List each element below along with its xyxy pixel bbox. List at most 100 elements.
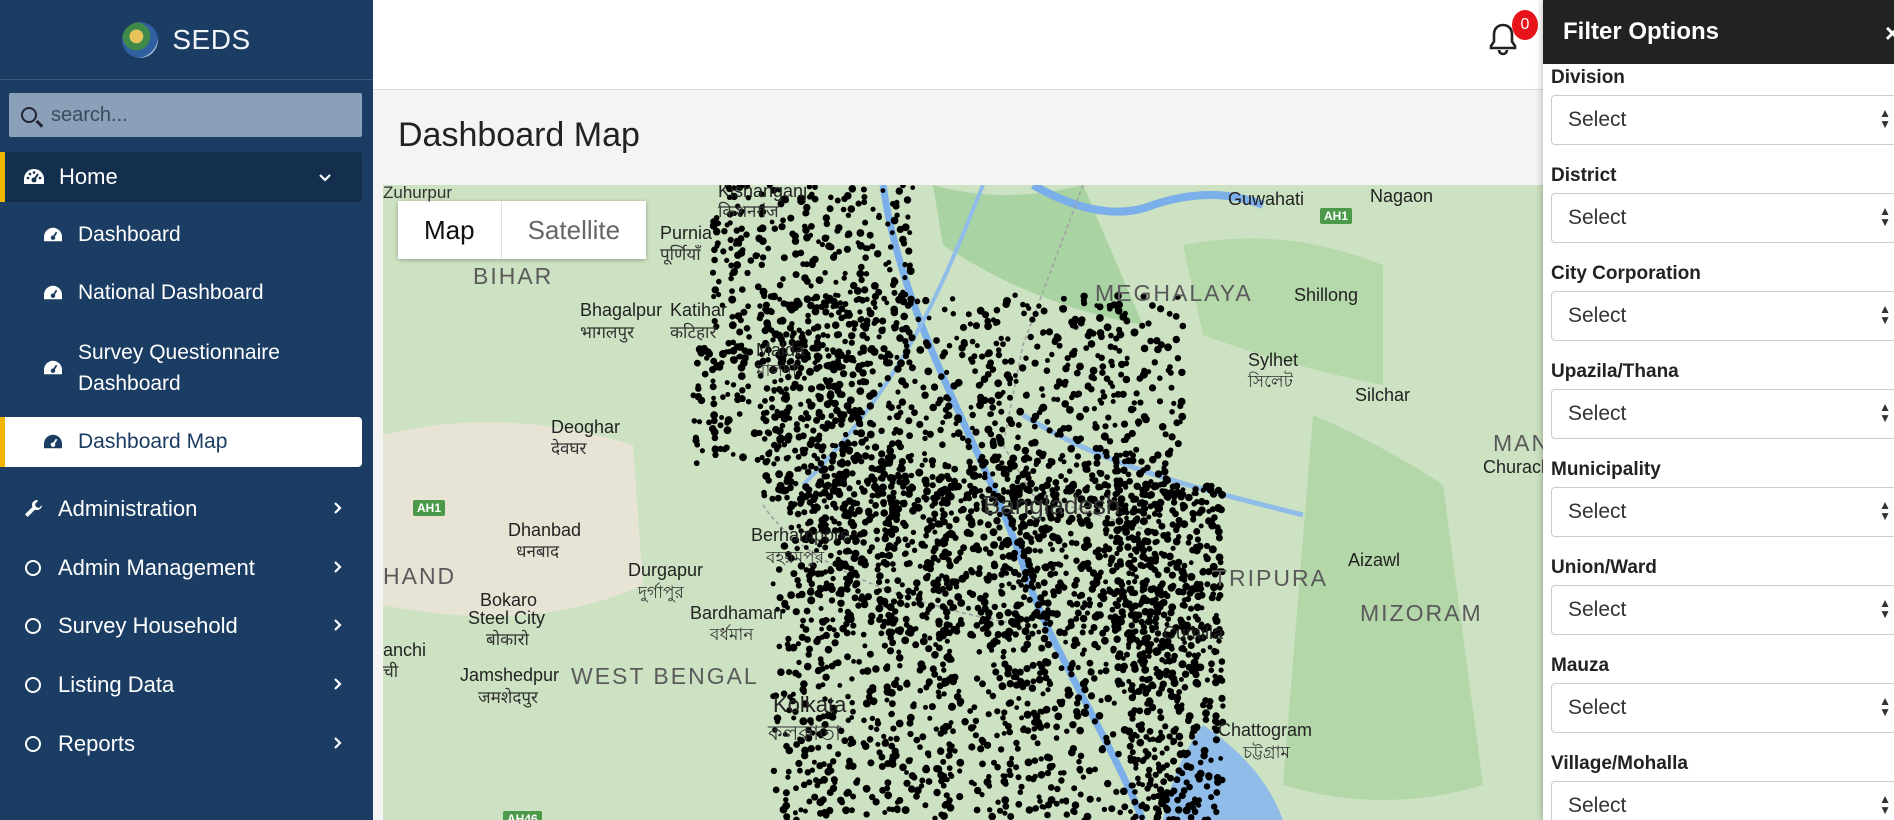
map-label: Purnia (660, 223, 713, 243)
filter-group: Mauza Select ▲ ▼ (1551, 655, 1894, 733)
filter-group: Division Select ▲ ▼ (1551, 67, 1894, 145)
filter-select[interactable]: Select ▲ ▼ (1551, 193, 1894, 243)
filter-select-value: Select (1568, 794, 1627, 817)
map-label: Katihar (670, 300, 728, 320)
sidebar-item-label: Survey Questionnaire Dashboard (78, 341, 280, 395)
sidebar-item-survey-household[interactable]: Survey Household (0, 601, 373, 651)
sidebar-item-label: Home (59, 164, 118, 189)
highway-shield: AH1 (413, 500, 446, 516)
chevron-down-icon (318, 167, 332, 188)
close-icon[interactable]: × (1885, 18, 1894, 49)
map-label: BIHAR (473, 263, 554, 289)
map-label: Silchar (1355, 385, 1411, 405)
sidebar-item-home[interactable]: Home (0, 152, 362, 202)
filter-select-value: Select (1568, 696, 1627, 719)
filter-select-value: Select (1568, 500, 1627, 523)
sort-arrows-icon: ▲ ▼ (1879, 694, 1891, 719)
map-label: Berhampore (751, 525, 851, 545)
circle-outline-icon (22, 733, 44, 755)
sidebar-item-label: National Dashboard (78, 281, 264, 304)
sort-arrows-icon: ▲ ▼ (1879, 498, 1891, 523)
tachometer-icon (42, 431, 64, 453)
sort-arrows-icon: ▲ ▼ (1879, 596, 1891, 621)
filter-select-value: Select (1568, 304, 1627, 327)
filter-group: Union/Ward Select ▲ ▼ (1551, 557, 1894, 635)
map-canvas[interactable]: Map Satellite Zuhurpur Kishanganj किशनगं… (383, 185, 1543, 820)
sidebar-item-label: Dashboard Map (78, 430, 228, 453)
sort-arrows-icon: ▲ ▼ (1879, 204, 1891, 229)
sidebar: SEDS Home Dashboard National Dashboard S… (0, 0, 373, 820)
sidebar-item-label: Survey Household (58, 613, 238, 638)
filter-label: Mauza (1551, 655, 1610, 676)
map-label: Aizawl (1348, 550, 1401, 570)
filter-label: Municipality (1551, 459, 1661, 480)
map-label: দুর্গাপুর (638, 583, 684, 602)
circle-outline-icon (22, 557, 44, 579)
highway-shield: AH46 (503, 811, 542, 820)
filter-panel: Filter Options × Division Select ▲ ▼ Distric… (1543, 0, 1894, 820)
sidebar-item-survey-questionnaire-dashboard[interactable]: Survey Questionnaire Dashboard (0, 336, 373, 400)
map-label: বর্ধমান (710, 625, 754, 644)
map-label: WEST BENGAL (571, 663, 759, 689)
filter-select-value: Select (1568, 206, 1627, 229)
map-label: Jamshedpur (460, 665, 560, 685)
logo (122, 21, 159, 58)
filter-select[interactable]: Select ▲ ▼ (1551, 487, 1894, 537)
sidebar-item-dashboard-map[interactable]: Dashboard Map (0, 417, 362, 467)
filter-select-value: Select (1568, 108, 1627, 131)
map-label: চট্টগ্রাম (1243, 743, 1290, 762)
map-label: Steel City (468, 608, 546, 628)
map-label: Guwahati (1228, 189, 1305, 209)
brand[interactable]: SEDS (0, 0, 373, 80)
tachometer-icon (23, 166, 45, 188)
sidebar-item-reports[interactable]: Reports (0, 719, 373, 769)
sidebar-item-national-dashboard[interactable]: National Dashboard (0, 270, 373, 316)
map-label: বহরমপুর (766, 548, 825, 567)
filter-select[interactable]: Select ▲ ▼ (1551, 389, 1894, 439)
chevron-right-icon (333, 675, 343, 696)
map-label: Sylhet (1248, 350, 1299, 370)
sidebar-item-admin-management[interactable]: Admin Management (0, 543, 373, 593)
filter-label: Village/Mohalla (1551, 753, 1688, 774)
sidebar-item-administration[interactable]: Administration (0, 484, 373, 534)
sidebar-item-label: Dashboard (78, 223, 181, 246)
map-label: भागलपुर (580, 323, 635, 342)
map-label: बोकारो (486, 630, 529, 649)
map-label: MEGHALAYA (1095, 280, 1253, 306)
map-tab-map[interactable]: Map (398, 201, 502, 259)
chevron-right-icon (333, 616, 343, 637)
search-icon (21, 107, 37, 123)
map-label: Kolkata (773, 692, 847, 717)
sidebar-item-label: Administration (58, 496, 198, 521)
filter-select[interactable]: Select ▲ ▼ (1551, 95, 1894, 145)
map-tab-satellite[interactable]: Satellite (501, 201, 647, 259)
search-input[interactable] (51, 103, 341, 127)
filter-group: City Corporation Select ▲ ▼ (1551, 263, 1894, 341)
map-label: धनबाद (516, 542, 560, 561)
map-type-control: Map Satellite (398, 201, 647, 259)
filter-group: Municipality Select ▲ ▼ (1551, 459, 1894, 537)
filter-select[interactable]: Select ▲ ▼ (1551, 585, 1894, 635)
filter-select[interactable]: Select ▲ ▼ (1551, 683, 1894, 733)
map-label: Cumilla (1163, 623, 1224, 643)
map-label: কলকাতা (768, 722, 841, 745)
filter-group: Village/Mohalla Select ▲ ▼ (1551, 753, 1894, 820)
search-box (9, 93, 362, 137)
sidebar-item-label: Admin Management (58, 555, 255, 580)
filter-select[interactable]: Select ▲ ▼ (1551, 781, 1894, 820)
sort-arrows-icon: ▲ ▼ (1879, 106, 1891, 131)
filter-select[interactable]: Select ▲ ▼ (1551, 291, 1894, 341)
sort-arrows-icon: ▲ ▼ (1879, 400, 1891, 425)
map-label: TRIPURA (1213, 565, 1328, 591)
notification-badge: 0 (1512, 10, 1538, 40)
map-label: মালদা (756, 361, 797, 380)
sidebar-item-label: Listing Data (58, 672, 175, 697)
map-label: Bangladesh (983, 490, 1121, 520)
sort-arrows-icon: ▲ ▼ (1879, 302, 1891, 327)
tachometer-icon (42, 357, 64, 379)
sidebar-item-dashboard[interactable]: Dashboard (0, 212, 373, 258)
filter-label: Union/Ward (1551, 557, 1657, 578)
sidebar-item-listing-data[interactable]: Listing Data (0, 660, 373, 710)
map-label: MAN (1493, 430, 1543, 456)
filter-group: Upazila/Thana Select ▲ ▼ (1551, 361, 1894, 439)
